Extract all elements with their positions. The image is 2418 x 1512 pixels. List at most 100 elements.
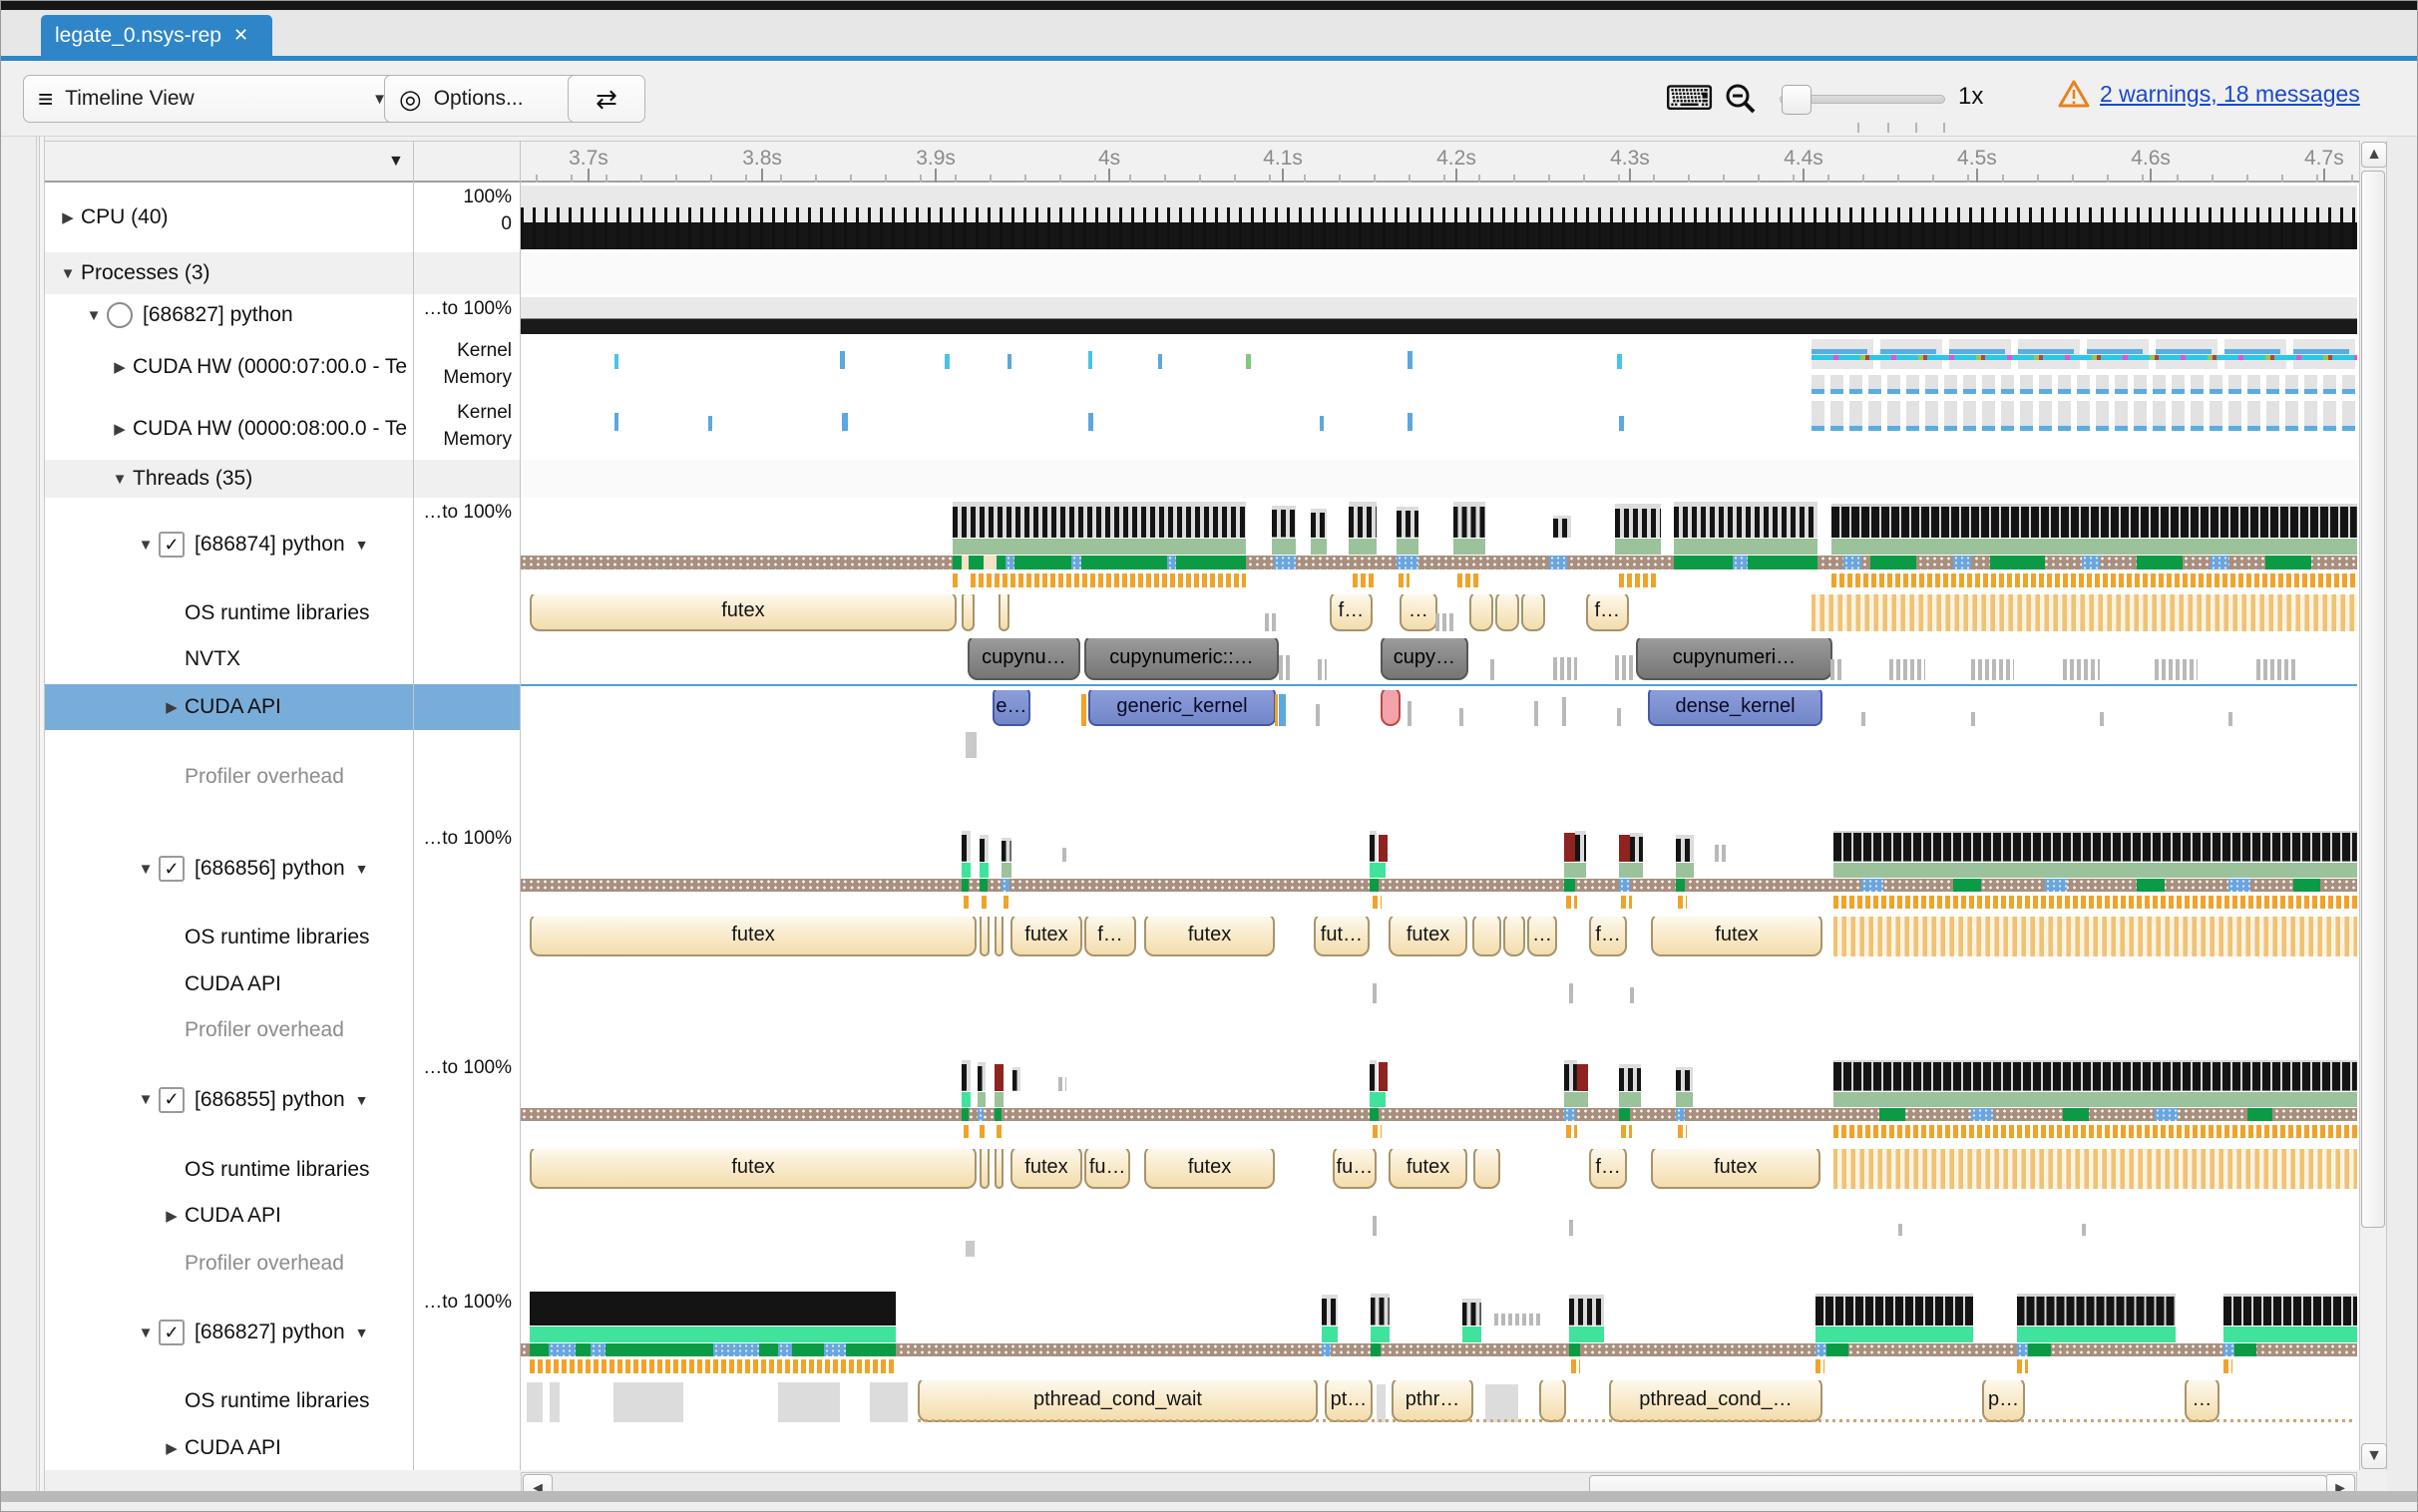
- thread-checkbox[interactable]: ✓: [159, 856, 185, 882]
- timeline-row-prof855[interactable]: [521, 1239, 2357, 1289]
- bar-futex[interactable]: futex: [1144, 917, 1275, 956]
- scale-timeline-divider[interactable]: [520, 141, 521, 1470]
- bar-f[interactable]: f…: [1589, 917, 1627, 956]
- view-selector-dropdown[interactable]: ≡ Timeline View ▼: [23, 75, 402, 123]
- tree-row-threads[interactable]: ▼Threads (35): [45, 460, 475, 499]
- timeline-row-cuda827[interactable]: [521, 1425, 2357, 1470]
- bar-futex[interactable]: futex: [1389, 917, 1467, 956]
- bar-p[interactable]: p…: [1982, 1380, 2025, 1422]
- timeline-row-cuda856[interactable]: [521, 960, 2357, 1008]
- bar-[interactable]: …: [1400, 594, 1437, 631]
- timeline-row-threads[interactable]: [521, 460, 2357, 499]
- expander-open-icon[interactable]: ▼: [81, 307, 107, 324]
- expander-closed-icon[interactable]: ▶: [107, 420, 133, 438]
- futex-span[interactable]: [1521, 594, 1545, 631]
- timeline-row-t874[interactable]: [521, 498, 2357, 592]
- bar-futex[interactable]: futex: [1651, 1149, 1820, 1189]
- expander-open-icon[interactable]: ▼: [107, 471, 133, 488]
- options-button[interactable]: ◎ Options...: [384, 75, 586, 123]
- vertical-scrollbar-thumb[interactable]: [2361, 171, 2385, 1228]
- timeline-row-hw08[interactable]: [521, 398, 2357, 461]
- futex-span[interactable]: [1469, 594, 1493, 631]
- timeline-row-os855[interactable]: futexfutexfu…futexfu…futexf…futex: [521, 1146, 2357, 1194]
- bar-pthr[interactable]: pthr…: [1392, 1380, 1473, 1422]
- bar-pthread_cond_wait[interactable]: pthread_cond_wait: [918, 1380, 1318, 1422]
- expander-closed-icon[interactable]: ▶: [159, 1207, 185, 1225]
- timeline-row-t856[interactable]: [521, 824, 2357, 915]
- expander-closed-icon[interactable]: ▶: [55, 208, 81, 226]
- bar-cupy[interactable]: cupy…: [1381, 638, 1468, 680]
- timeline-row-t827b[interactable]: [521, 1288, 2357, 1378]
- tree-row-procs[interactable]: ▼Processes (3): [45, 252, 423, 295]
- thread-checkbox[interactable]: ✓: [159, 1087, 185, 1113]
- bar-f[interactable]: f…: [1589, 1149, 1627, 1189]
- timeline-row-hw07[interactable]: [521, 336, 2357, 399]
- tree-row-cpu[interactable]: ▶CPU (40): [45, 183, 423, 253]
- bar-futex[interactable]: futex: [1651, 917, 1822, 956]
- slider-handle[interactable]: [1782, 85, 1812, 115]
- futex-span[interactable]: [1473, 1149, 1499, 1189]
- red-span[interactable]: [1381, 690, 1401, 726]
- bar-f[interactable]: f…: [1330, 594, 1373, 631]
- futex-span[interactable]: [1495, 594, 1519, 631]
- bar-generic_kernel[interactable]: generic_kernel: [1088, 690, 1276, 726]
- bar-cupynu[interactable]: cupynu…: [968, 638, 1080, 680]
- expander-open-icon[interactable]: ▼: [133, 1091, 159, 1108]
- bar-f[interactable]: f…: [1586, 594, 1629, 631]
- tree-options-caret-icon[interactable]: ▼: [388, 153, 404, 171]
- timeline-row-prof874[interactable]: [521, 730, 2357, 825]
- timeline-row-t855[interactable]: [521, 1053, 2357, 1147]
- timeline-row-cuda874[interactable]: e… generic_kernel dense_kernel: [521, 684, 2357, 734]
- bar-pt[interactable]: pt…: [1325, 1380, 1373, 1422]
- futex-span[interactable]: [1539, 1380, 1566, 1422]
- scroll-up-icon[interactable]: ▲: [2361, 142, 2387, 168]
- bar-futex[interactable]: futex: [1389, 1149, 1467, 1189]
- expander-open-icon[interactable]: ▼: [133, 861, 159, 878]
- bar-futex[interactable]: futex: [530, 917, 977, 956]
- tree-scale-divider[interactable]: [413, 141, 414, 1470]
- bar-futex[interactable]: futex: [1144, 1149, 1275, 1189]
- bar-futex[interactable]: futex: [1010, 917, 1082, 956]
- expander-open-icon[interactable]: ▼: [55, 265, 81, 282]
- tab-legate-report[interactable]: legate_0.nsys-rep ✕: [41, 15, 272, 56]
- bar-cupynumeri[interactable]: cupynumeri…: [1636, 638, 1832, 680]
- bar-fu[interactable]: fu…: [1084, 1149, 1130, 1189]
- timeline-row-os856[interactable]: futexfutexf…futexfut…futex…f…futex: [521, 914, 2357, 961]
- tree-row-hw08[interactable]: ▶CUDA HW (0000:08:00.0 - Te: [45, 398, 475, 461]
- bar-[interactable]: …: [1527, 917, 1557, 956]
- swap-button[interactable]: ⇄: [568, 75, 645, 123]
- timeline-row-prof856[interactable]: [521, 1007, 2357, 1054]
- expander-open-icon[interactable]: ▼: [133, 1324, 159, 1341]
- tree-row-p827[interactable]: ▼[686827] python: [45, 294, 449, 337]
- process-radio[interactable]: [107, 302, 133, 328]
- timeline-row-cuda855[interactable]: [521, 1193, 2357, 1240]
- bar-f[interactable]: f…: [1084, 917, 1136, 956]
- bar-futex[interactable]: futex: [530, 594, 956, 631]
- bar-e[interactable]: e…: [993, 690, 1030, 726]
- expander-closed-icon[interactable]: ▶: [107, 358, 133, 376]
- scroll-down-icon[interactable]: ▼: [2361, 1443, 2387, 1469]
- timeline-row-os874[interactable]: futex f… … f…: [521, 591, 2357, 635]
- bar-[interactable]: …: [2185, 1380, 2219, 1422]
- bar-pthread_cond_[interactable]: pthread_cond_…: [1609, 1380, 1822, 1422]
- timeline-row-cpu[interactable]: [521, 183, 2357, 253]
- timeline-row-procs[interactable]: [521, 252, 2357, 295]
- keyboard-icon[interactable]: ⌨: [1665, 79, 1714, 119]
- zoom-out-icon[interactable]: [1723, 81, 1759, 122]
- chevron-down-icon[interactable]: ▼: [355, 861, 369, 877]
- timeline-zoom-slider[interactable]: [1780, 85, 1945, 133]
- expander-closed-icon[interactable]: ▶: [159, 1439, 185, 1457]
- bar-cupynumeric[interactable]: cupynumeric::…: [1084, 638, 1279, 680]
- timeline-row-nvtx874[interactable]: cupynu…cupynumeric::… cupy… cupynumeri…: [521, 634, 2357, 685]
- bar-dense_kernel[interactable]: dense_kernel: [1648, 690, 1822, 726]
- bar-futex[interactable]: futex: [530, 1149, 977, 1189]
- futex-span[interactable]: [1503, 917, 1525, 956]
- bar-futex[interactable]: futex: [1010, 1149, 1082, 1189]
- chevron-down-icon[interactable]: ▼: [355, 1324, 369, 1340]
- expander-open-icon[interactable]: ▼: [133, 537, 159, 554]
- timeline-row-p827[interactable]: [521, 294, 2357, 337]
- chevron-down-icon[interactable]: ▼: [355, 1092, 369, 1108]
- tree-row-hw07[interactable]: ▶CUDA HW (0000:07:00.0 - Te: [45, 336, 475, 399]
- bar-fut[interactable]: fut…: [1314, 917, 1370, 956]
- futex-span[interactable]: [1472, 917, 1501, 956]
